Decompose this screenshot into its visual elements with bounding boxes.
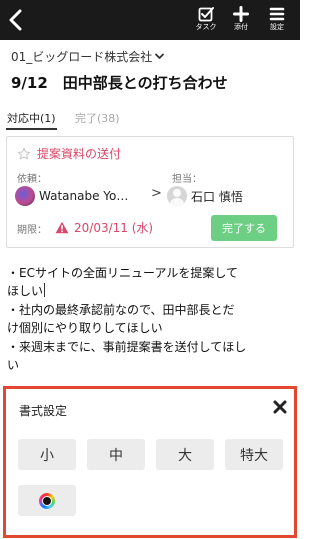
color-wheel-icon bbox=[39, 492, 55, 509]
requester-avatar bbox=[15, 186, 35, 206]
task-button[interactable]: タスク bbox=[189, 4, 223, 38]
text-color-button[interactable] bbox=[18, 485, 76, 516]
attach-label: 添付 bbox=[234, 23, 248, 31]
chevron-down-icon bbox=[155, 53, 165, 59]
memo-line: け個別にやり取りしてほしい bbox=[7, 321, 163, 336]
tab-in-progress-count: (1) bbox=[40, 112, 56, 125]
font-size-large-button[interactable]: 大 bbox=[156, 439, 214, 470]
page-title: 9/12 田中部長との打ち合わせ bbox=[11, 74, 228, 92]
font-size-xlarge-button[interactable]: 特大 bbox=[225, 439, 283, 470]
task-card[interactable]: 提案資料の送付 依頼： Watanabe Yo… > 担当： 石口 慎悟 期限：… bbox=[6, 136, 294, 248]
task-label: タスク bbox=[195, 23, 217, 31]
format-settings-panel: 書式設定 小 中 大 特大 bbox=[3, 386, 297, 538]
memo-line: ・社内の最終承認前なので、田中部長とだ bbox=[7, 302, 235, 317]
task-title-row: 提案資料の送付 bbox=[17, 145, 121, 162]
deadline-label: 期限： bbox=[17, 225, 47, 236]
settings-label: 設定 bbox=[270, 23, 284, 31]
task-title: 提案資料の送付 bbox=[37, 147, 122, 161]
chevron-left-icon bbox=[9, 9, 22, 31]
deadline-date: 20/03/11 (水) bbox=[74, 221, 154, 235]
requester-name: Watanabe Yo… bbox=[39, 189, 129, 203]
attach-button[interactable]: 添付 bbox=[224, 4, 258, 38]
menu-icon bbox=[269, 7, 285, 21]
memo-line: ・来週末までに、事前提案書を送付してほし bbox=[7, 339, 247, 354]
assignee-avatar bbox=[167, 186, 187, 206]
plus-icon bbox=[233, 6, 249, 22]
deadline: 20/03/11 (水) bbox=[55, 219, 153, 236]
tab-in-progress[interactable]: 対応中(1) bbox=[6, 110, 57, 130]
tab-completed-label: 完了 bbox=[75, 112, 97, 125]
company-selector[interactable]: 01_ビッグロード株式会社 bbox=[11, 48, 165, 65]
arrow-icon: > bbox=[151, 186, 162, 201]
memo-line: い bbox=[7, 358, 20, 373]
requester-label: 依頼： bbox=[17, 174, 47, 185]
tab-in-progress-label: 対応中 bbox=[7, 112, 40, 125]
memo-line: ほしい bbox=[7, 284, 44, 299]
memo-text[interactable]: ・ECサイトの全面リニューアルを提案して ほしい ・社内の最終承認前なので、田中… bbox=[7, 264, 295, 374]
assignee-name: 石口 慎悟 bbox=[191, 189, 243, 204]
warning-icon bbox=[55, 221, 69, 234]
tab-completed-count: (38) bbox=[97, 112, 120, 125]
company-name: 01_ビッグロード株式会社 bbox=[11, 50, 153, 64]
requester: Watanabe Yo… bbox=[15, 186, 128, 206]
back-button[interactable] bbox=[4, 6, 28, 34]
tab-completed[interactable]: 完了(38) bbox=[75, 110, 120, 130]
checkbox-icon bbox=[198, 7, 214, 22]
font-size-small-button[interactable]: 小 bbox=[18, 439, 76, 470]
close-icon bbox=[273, 400, 287, 414]
assignee: 石口 慎悟 bbox=[167, 186, 243, 206]
format-settings-title: 書式設定 bbox=[19, 404, 68, 418]
font-size-medium-button[interactable]: 中 bbox=[87, 439, 145, 470]
top-bar: タスク 添付 設定 bbox=[0, 0, 300, 40]
assignee-label: 担当： bbox=[172, 174, 202, 185]
settings-button[interactable]: 設定 bbox=[260, 4, 294, 38]
status-tabs: 対応中(1) 完了(38) bbox=[0, 110, 300, 134]
memo-line: ・ECサイトの全面リニューアルを提案して bbox=[7, 266, 239, 280]
close-button[interactable] bbox=[272, 399, 288, 415]
memo-line-with-cursor: ほしい bbox=[7, 282, 295, 300]
complete-button[interactable]: 完了する bbox=[211, 215, 277, 241]
star-icon[interactable] bbox=[17, 147, 31, 161]
text-cursor bbox=[44, 283, 46, 298]
